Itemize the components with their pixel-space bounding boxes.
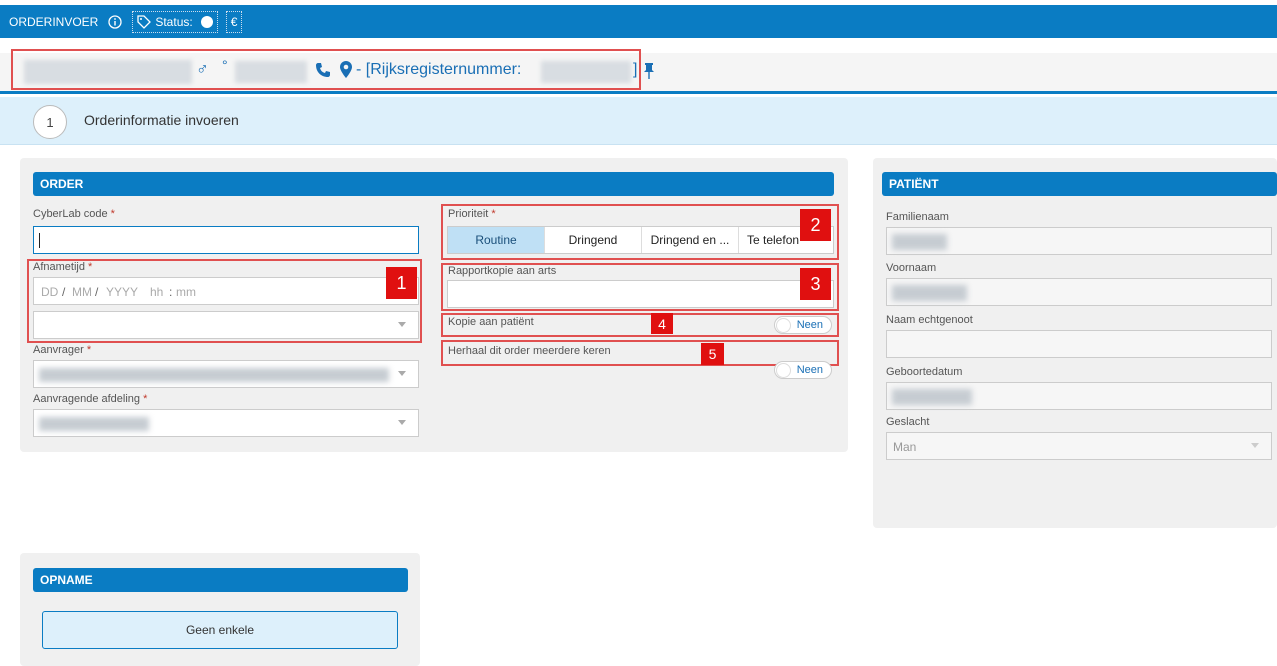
redacted-birthdate (235, 61, 307, 83)
rapportkopie-label: Rapportkopie aan arts (448, 265, 557, 277)
currency-button[interactable]: € (225, 10, 243, 33)
male-icon: ♂ (196, 59, 209, 78)
priority-option-routine[interactable]: Routine (448, 227, 545, 253)
herhaal-label: Herhaal dit order meerdere keren (448, 345, 611, 357)
prioriteit-label: Prioriteit * (448, 208, 496, 220)
afdeling-label: Aanvragende afdeling * (33, 393, 148, 405)
status-label: Status: (155, 14, 193, 29)
afdeling-select[interactable] (33, 409, 419, 437)
geen-enkele-button[interactable]: Geen enkele (42, 611, 398, 649)
chevron-down-icon (398, 371, 406, 376)
patient-panel-title: PATIËNT (882, 172, 1277, 196)
cyberlab-code-input[interactable] (33, 226, 419, 254)
familienaam-label: Familienaam (886, 211, 949, 223)
chevron-down-icon (398, 420, 406, 425)
afnametijd-select[interactable] (33, 311, 419, 339)
location-pin-icon[interactable] (340, 61, 352, 78)
familienaam-field[interactable] (886, 227, 1272, 255)
date-separator: / (62, 285, 66, 299)
annotation-badge-2: 2 (800, 209, 831, 241)
euro-icon: € (230, 14, 238, 29)
rapportkopie-input[interactable] (447, 280, 834, 308)
echtgenoot-label: Naam echtgenoot (886, 314, 973, 326)
register-close-bracket: ] (633, 61, 638, 78)
geslacht-select[interactable]: Man (886, 432, 1272, 460)
redacted-aanvrager (39, 368, 389, 382)
app-title: ORDERINVOER (9, 14, 99, 29)
status-indicator[interactable] (200, 15, 213, 28)
step-number[interactable]: 1 (33, 105, 67, 139)
afnametijd-datetime-input[interactable]: DD / MM / YYYY hh : mm (33, 277, 419, 305)
herhaal-toggle[interactable]: Neen (774, 361, 832, 379)
voornaam-label: Voornaam (886, 262, 937, 274)
pin-icon[interactable] (643, 63, 655, 79)
toggle-knob (776, 363, 791, 378)
afnametijd-label: Afnametijd * (33, 261, 93, 273)
chevron-down-icon (398, 322, 406, 327)
geboortedatum-label: Geboortedatum (886, 366, 963, 378)
time-hour-placeholder: hh (150, 285, 164, 299)
info-circle-icon[interactable] (108, 14, 122, 29)
toggle-knob (776, 318, 791, 333)
geboortedatum-field[interactable] (886, 382, 1272, 410)
annotation-badge-5: 5 (701, 343, 724, 365)
aanvrager-select[interactable] (33, 360, 419, 388)
aanvrager-label: Aanvrager * (33, 344, 92, 356)
top-bar: ORDERINVOER Status: € (0, 5, 1277, 38)
patient-bar-divider (0, 91, 1277, 94)
kopie-patient-label: Kopie aan patiënt (448, 316, 534, 328)
date-month-placeholder: MM (72, 285, 92, 299)
date-year-placeholder: YYYY (106, 285, 139, 299)
echtgenoot-field[interactable] (886, 330, 1272, 358)
register-number-label: - [Rijksregisternummer: (356, 61, 522, 78)
priority-option-dringend-en[interactable]: Dringend en ... (642, 227, 739, 253)
degree-symbol: ° (222, 57, 228, 73)
annotation-badge-3: 3 (800, 268, 831, 300)
phone-icon[interactable] (315, 62, 331, 78)
annotation-badge-1: 1 (386, 267, 417, 299)
redacted-afdeling (39, 417, 149, 431)
time-minute-placeholder: mm (176, 285, 196, 299)
priority-segmented-control: Routine Dringend Dringend en ... Te tele… (447, 226, 834, 254)
voornaam-field[interactable] (886, 278, 1272, 306)
step-label: Orderinformatie invoeren (84, 112, 239, 128)
order-panel-title: ORDER (33, 172, 834, 196)
opname-panel-title: OPNAME (33, 568, 408, 592)
text-cursor (39, 233, 40, 248)
time-separator: : (169, 285, 173, 299)
kopie-patient-toggle[interactable]: Neen (774, 316, 832, 334)
redacted-voornaam (892, 285, 967, 301)
herhaal-value: Neen (796, 364, 823, 376)
redacted-geboortedatum (892, 389, 972, 405)
annotation-badge-4: 4 (651, 313, 673, 334)
chevron-down-icon (1251, 443, 1259, 448)
redacted-register-number (541, 61, 631, 83)
patient-info-highlight: ♂ ° - [Rijksregisternummer: ] (11, 49, 641, 90)
redacted-familienaam (892, 234, 947, 250)
kopie-patient-value: Neen (796, 319, 823, 331)
status-box[interactable]: Status: (132, 10, 218, 33)
geslacht-value: Man (893, 440, 917, 454)
geslacht-label: Geslacht (886, 416, 930, 428)
date-separator-2: / (95, 285, 99, 299)
date-day-placeholder: DD (41, 285, 59, 299)
tag-icon (137, 14, 152, 29)
cyberlab-code-label: CyberLab code * (33, 208, 115, 220)
priority-option-dringend[interactable]: Dringend (545, 227, 642, 253)
